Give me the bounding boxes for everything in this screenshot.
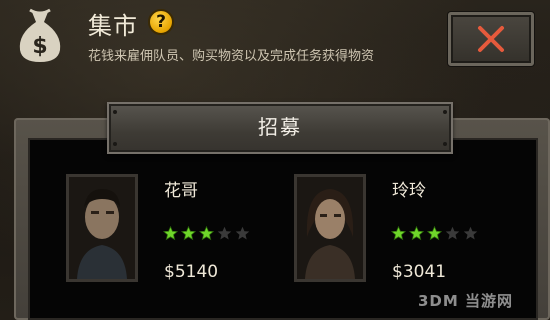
star-empty-icon [463, 226, 478, 240]
star-filled-icon [163, 226, 178, 241]
rivet [113, 110, 117, 114]
star-rating [163, 226, 250, 241]
star-empty-icon [445, 226, 460, 240]
recruit-price: $3041 [392, 262, 447, 282]
recruit-portrait [66, 174, 138, 282]
close-x-icon [478, 26, 504, 52]
page-title: 集市 [88, 12, 138, 40]
help-icon[interactable]: ? [148, 9, 174, 35]
recruit-name: 玲玲 [392, 181, 426, 201]
recruit-price: $5140 [164, 262, 219, 282]
rivet [443, 142, 447, 146]
rivet [113, 142, 117, 146]
rivet [443, 110, 447, 114]
bag-symbol: $ [32, 34, 47, 59]
recruit-name: 花哥 [164, 181, 198, 201]
tab-recruit-label: 招募 [258, 115, 302, 139]
recruit-card[interactable]: 花哥 $5140 [66, 174, 266, 284]
star-rating [391, 226, 478, 241]
star-empty-icon [217, 226, 232, 240]
star-empty-icon [235, 226, 250, 240]
recruit-portrait [294, 174, 366, 282]
money-bag-icon: $ [10, 6, 70, 66]
close-button[interactable] [448, 12, 534, 66]
tab-recruit[interactable]: 招募 [107, 102, 453, 154]
page-subtitle: 花钱来雇佣队员、购买物资以及完成任务获得物资 [88, 49, 375, 64]
star-filled-icon [427, 226, 442, 241]
watermark: 3DM 当游网 [418, 292, 514, 310]
star-filled-icon [181, 226, 196, 241]
star-filled-icon [409, 226, 424, 241]
recruit-card[interactable]: 玲玲 $3041 [294, 174, 494, 284]
star-filled-icon [199, 226, 214, 241]
star-filled-icon [391, 226, 406, 241]
